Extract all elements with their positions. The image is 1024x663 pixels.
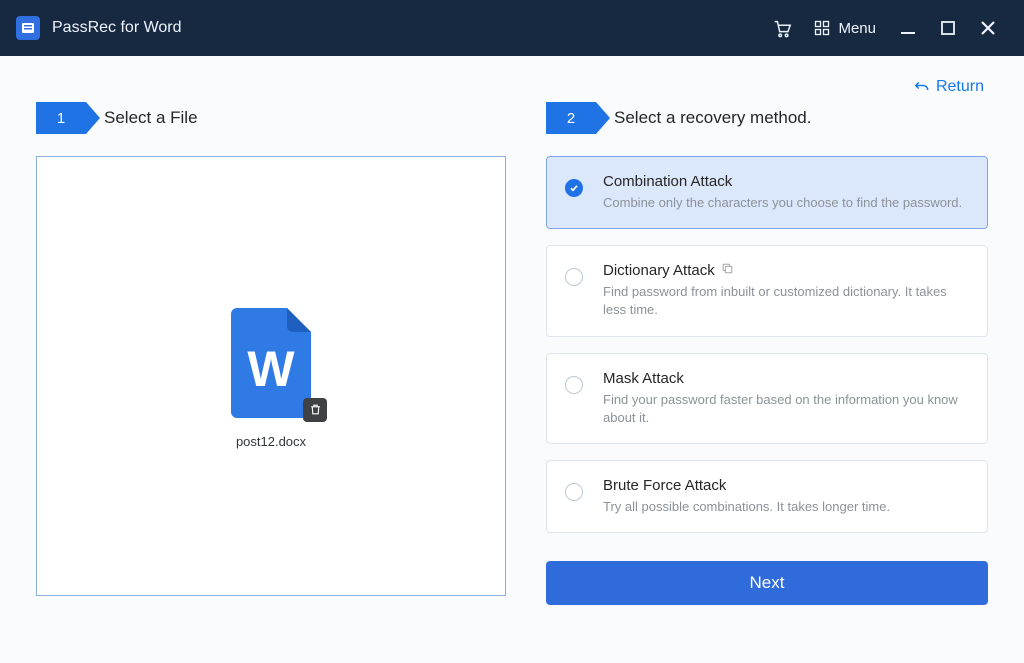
title-bar: PassRec for Word Menu	[0, 0, 1024, 56]
file-dropzone[interactable]: W post12.docx	[36, 156, 506, 596]
menu-button[interactable]: Menu	[802, 20, 888, 37]
step2-header: 2 Select a recovery method.	[546, 102, 988, 134]
app-title: PassRec for Word	[52, 19, 182, 37]
cart-icon[interactable]	[762, 8, 802, 48]
return-icon	[912, 78, 930, 96]
radio-mask[interactable]	[565, 376, 583, 394]
trash-icon	[309, 403, 322, 416]
step1-header: 1 Select a File	[36, 102, 506, 134]
close-button[interactable]	[968, 8, 1008, 48]
radio-combination[interactable]	[565, 179, 583, 197]
method-title-mask: Mask Attack	[603, 370, 967, 387]
radio-dictionary[interactable]	[565, 268, 583, 286]
method-desc-dictionary: Find password from inbuilt or customized…	[603, 283, 967, 319]
step1-title: Select a File	[104, 108, 198, 128]
method-title-brute: Brute Force Attack	[603, 477, 967, 494]
step2-title: Select a recovery method.	[614, 108, 811, 128]
file-name: post12.docx	[236, 434, 306, 449]
maximize-button[interactable]	[928, 8, 968, 48]
step1-badge: 1	[36, 102, 86, 134]
delete-file-button[interactable]	[303, 398, 327, 422]
return-label: Return	[936, 78, 984, 96]
method-desc-brute: Try all possible combinations. It takes …	[603, 498, 967, 516]
method-desc-mask: Find your password faster based on the i…	[603, 391, 967, 427]
step2-badge: 2	[546, 102, 596, 134]
next-button[interactable]: Next	[546, 561, 988, 605]
radio-brute[interactable]	[565, 483, 583, 501]
recovery-method-mask[interactable]: Mask Attack Find your password faster bas…	[546, 353, 988, 444]
method-desc-combination: Combine only the characters you choose t…	[603, 194, 967, 212]
recovery-method-combination[interactable]: Combination Attack Combine only the chara…	[546, 156, 988, 229]
method-title-combination: Combination Attack	[603, 173, 967, 190]
recovery-method-brute[interactable]: Brute Force Attack Try all possible combi…	[546, 460, 988, 533]
minimize-button[interactable]	[888, 8, 928, 48]
return-link[interactable]: Return	[912, 78, 984, 96]
selected-file: W post12.docx	[223, 304, 319, 449]
svg-text:W: W	[247, 341, 295, 397]
copy-icon	[721, 262, 734, 279]
method-title-dictionary: Dictionary Attack	[603, 262, 967, 279]
recovery-method-dictionary[interactable]: Dictionary Attack Find password from inbu…	[546, 245, 988, 336]
menu-label: Menu	[838, 20, 876, 37]
next-label: Next	[750, 573, 785, 593]
app-logo-icon	[16, 16, 40, 40]
